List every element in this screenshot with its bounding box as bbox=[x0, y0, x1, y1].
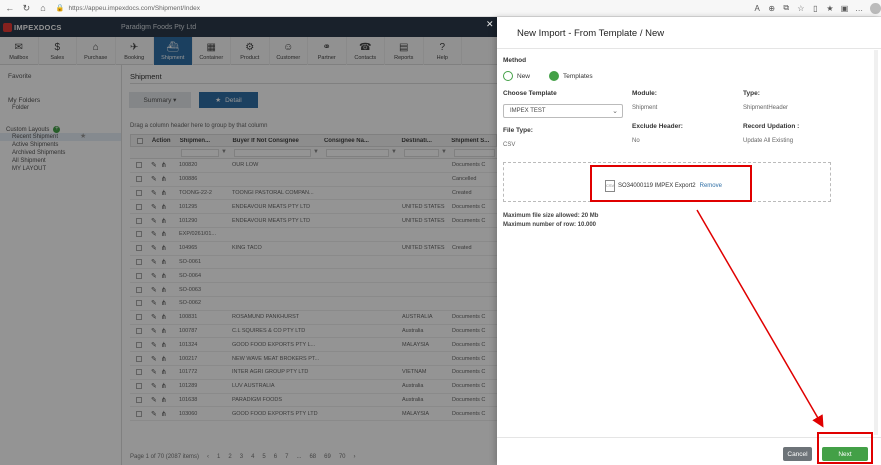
favorite-star-icon[interactable]: ☆ bbox=[794, 1, 809, 15]
panel-title: New Import - From Template / New bbox=[517, 28, 665, 39]
favorites-icon[interactable]: ★ bbox=[823, 1, 838, 15]
refresh-icon[interactable]: ↻ bbox=[20, 1, 34, 15]
highlight-box-next bbox=[817, 432, 873, 464]
read-aloud-icon[interactable]: A bbox=[750, 1, 765, 15]
panel-divider bbox=[497, 48, 881, 49]
exclude-header-value: No bbox=[632, 138, 640, 144]
profile-avatar[interactable] bbox=[870, 2, 881, 14]
upload-limits: Maximum file size allowed: 20 Mb Maximum… bbox=[503, 212, 598, 230]
split-screen-icon[interactable]: ▯ bbox=[808, 1, 823, 15]
highlight-box-file bbox=[590, 165, 752, 202]
method-templates-radio[interactable]: Templates bbox=[549, 71, 593, 81]
type-value: ShipmentHeader bbox=[743, 105, 789, 111]
module-value: Shipment bbox=[632, 105, 658, 111]
close-icon[interactable]: ✕ bbox=[486, 19, 494, 30]
url-text: https://appeu.impexdocs.com/Shipment/Ind… bbox=[68, 4, 201, 12]
zoom-icon[interactable]: ⊕ bbox=[764, 1, 779, 15]
back-icon[interactable]: ← bbox=[3, 1, 17, 15]
type-label: Type: bbox=[743, 90, 760, 97]
template-select[interactable]: IMPEX TEST ⌄ bbox=[503, 104, 623, 118]
record-updation-label: Record Updation : bbox=[743, 123, 800, 130]
exclude-header-label: Exclude Header: bbox=[632, 123, 683, 130]
new-import-panel: New Import - From Template / New Method … bbox=[497, 17, 881, 465]
extensions-icon[interactable]: ⧉ bbox=[779, 1, 794, 15]
lock-icon: 🔒 bbox=[55, 5, 65, 12]
panel-scrollbar[interactable] bbox=[874, 50, 878, 435]
method-new-label: New bbox=[517, 72, 531, 80]
chevron-down-icon: ⌄ bbox=[612, 108, 618, 115]
radio-selected-icon bbox=[549, 71, 559, 81]
method-new-radio[interactable]: New bbox=[503, 71, 530, 81]
module-label: Module: bbox=[632, 90, 657, 97]
method-templates-label: Templates bbox=[563, 72, 593, 80]
file-type-label: File Type: bbox=[503, 127, 533, 134]
home-icon[interactable]: ⌂ bbox=[36, 1, 50, 15]
radio-unselected-icon bbox=[503, 71, 513, 81]
record-updation-value: Update All Existing bbox=[743, 138, 794, 144]
address-bar[interactable]: 🔒 https://appeu.impexdocs.com/Shipment/I… bbox=[56, 2, 750, 14]
max-file-size-text: Maximum file size allowed: 20 Mb bbox=[503, 213, 599, 219]
browser-menu-icon[interactable]: … bbox=[852, 1, 867, 15]
choose-template-label: Choose Template bbox=[503, 90, 557, 97]
modal-backdrop[interactable] bbox=[0, 17, 497, 465]
browser-toolbar: ← ↻ ⌂ 🔒 https://appeu.impexdocs.com/Ship… bbox=[0, 0, 881, 17]
max-rows-text: Maximum number of row: 10.000 bbox=[503, 222, 597, 228]
cancel-button[interactable]: Cancel bbox=[783, 447, 812, 461]
collections-icon[interactable]: ▣ bbox=[837, 1, 852, 15]
template-select-value: IMPEX TEST bbox=[510, 108, 546, 114]
method-label: Method bbox=[503, 57, 527, 64]
file-type-value: CSV bbox=[503, 142, 516, 148]
